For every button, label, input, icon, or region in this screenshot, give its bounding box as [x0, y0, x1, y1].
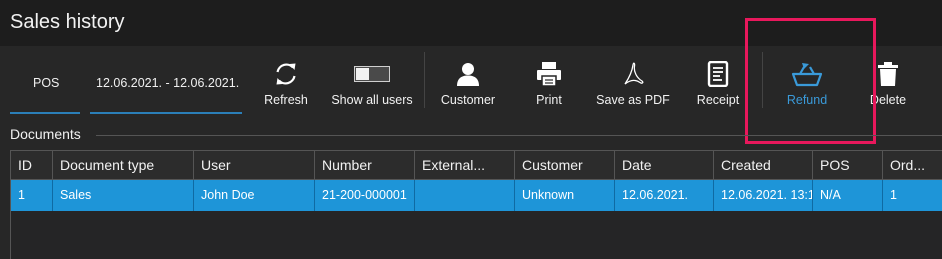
- column-header-number[interactable]: Number: [315, 151, 415, 180]
- table-cell: Sales: [53, 180, 194, 211]
- toggle-switch-icon: [326, 60, 418, 88]
- documents-table: ID Document type User Number External...…: [10, 150, 942, 259]
- column-header-id[interactable]: ID: [11, 151, 53, 180]
- pos-filter-value: POS: [33, 76, 60, 90]
- table-cell: 1: [11, 180, 53, 211]
- pdf-icon: [590, 60, 676, 88]
- delete-label: Delete: [869, 93, 907, 107]
- delete-button[interactable]: Delete: [866, 46, 910, 126]
- save-as-pdf-label: Save as PDF: [596, 93, 670, 107]
- date-range-filter[interactable]: 12.06.2021. - 12.06.2021.: [90, 46, 242, 114]
- table-cell: [415, 180, 515, 211]
- save-as-pdf-button[interactable]: Save as PDF: [590, 46, 676, 126]
- show-all-users-toggle[interactable]: Show all users: [326, 46, 418, 126]
- title-bar: Sales history: [0, 0, 942, 46]
- printer-icon: [522, 60, 576, 88]
- column-header-document-type[interactable]: Document type: [53, 151, 194, 180]
- toolbar: POS 12.06.2021. - 12.06.2021. Refresh Sh…: [0, 46, 942, 126]
- user-icon: [434, 60, 502, 88]
- customer-button[interactable]: Customer: [434, 46, 502, 126]
- refund-label: Refund: [786, 93, 828, 107]
- column-header-order[interactable]: Ord...: [883, 151, 942, 180]
- receipt-label: Receipt: [696, 93, 740, 107]
- table-cell: 1: [890, 188, 897, 202]
- window-title: Sales history: [10, 11, 125, 33]
- refresh-label: Refresh: [264, 93, 308, 107]
- toolbar-separator: [762, 52, 763, 108]
- column-header-created[interactable]: Created: [714, 151, 813, 180]
- refresh-button[interactable]: Refresh: [258, 46, 314, 126]
- section-divider: [96, 135, 942, 136]
- column-header-pos[interactable]: POS: [813, 151, 883, 180]
- receipt-button[interactable]: Receipt: [690, 46, 746, 126]
- table-cell: John Doe: [194, 180, 315, 211]
- print-label: Print: [536, 93, 562, 107]
- table-cell: 21-200-000001: [315, 180, 415, 211]
- documents-section-label: Documents: [10, 126, 81, 142]
- receipt-icon: [690, 60, 746, 88]
- column-header-user[interactable]: User: [194, 151, 315, 180]
- column-header-external[interactable]: External...: [415, 151, 515, 180]
- refund-button[interactable]: Refund: [776, 46, 838, 126]
- column-header-customer[interactable]: Customer: [515, 151, 615, 180]
- print-button[interactable]: Print: [522, 46, 576, 126]
- column-header-date[interactable]: Date: [615, 151, 714, 180]
- date-range-value: 12.06.2021. - 12.06.2021.: [96, 76, 240, 90]
- table-cell: 12.06.2021.: [615, 180, 714, 211]
- show-all-users-label: Show all users: [331, 93, 413, 107]
- refund-basket-icon: [776, 60, 838, 88]
- table-header: ID Document type User Number External...…: [11, 150, 942, 180]
- customer-label: Customer: [440, 93, 496, 107]
- table-cell: N/A: [813, 180, 883, 211]
- table-cell: Unknown: [515, 180, 615, 211]
- trash-icon: [866, 60, 910, 88]
- table-row[interactable]: 1 Sales John Doe 21-200-000001 Unknown 1…: [11, 180, 942, 211]
- pos-filter[interactable]: POS: [10, 46, 80, 114]
- table-cell: 12.06.2021. 13:1: [714, 180, 813, 211]
- refresh-icon: [258, 60, 314, 88]
- toolbar-separator: [424, 52, 425, 108]
